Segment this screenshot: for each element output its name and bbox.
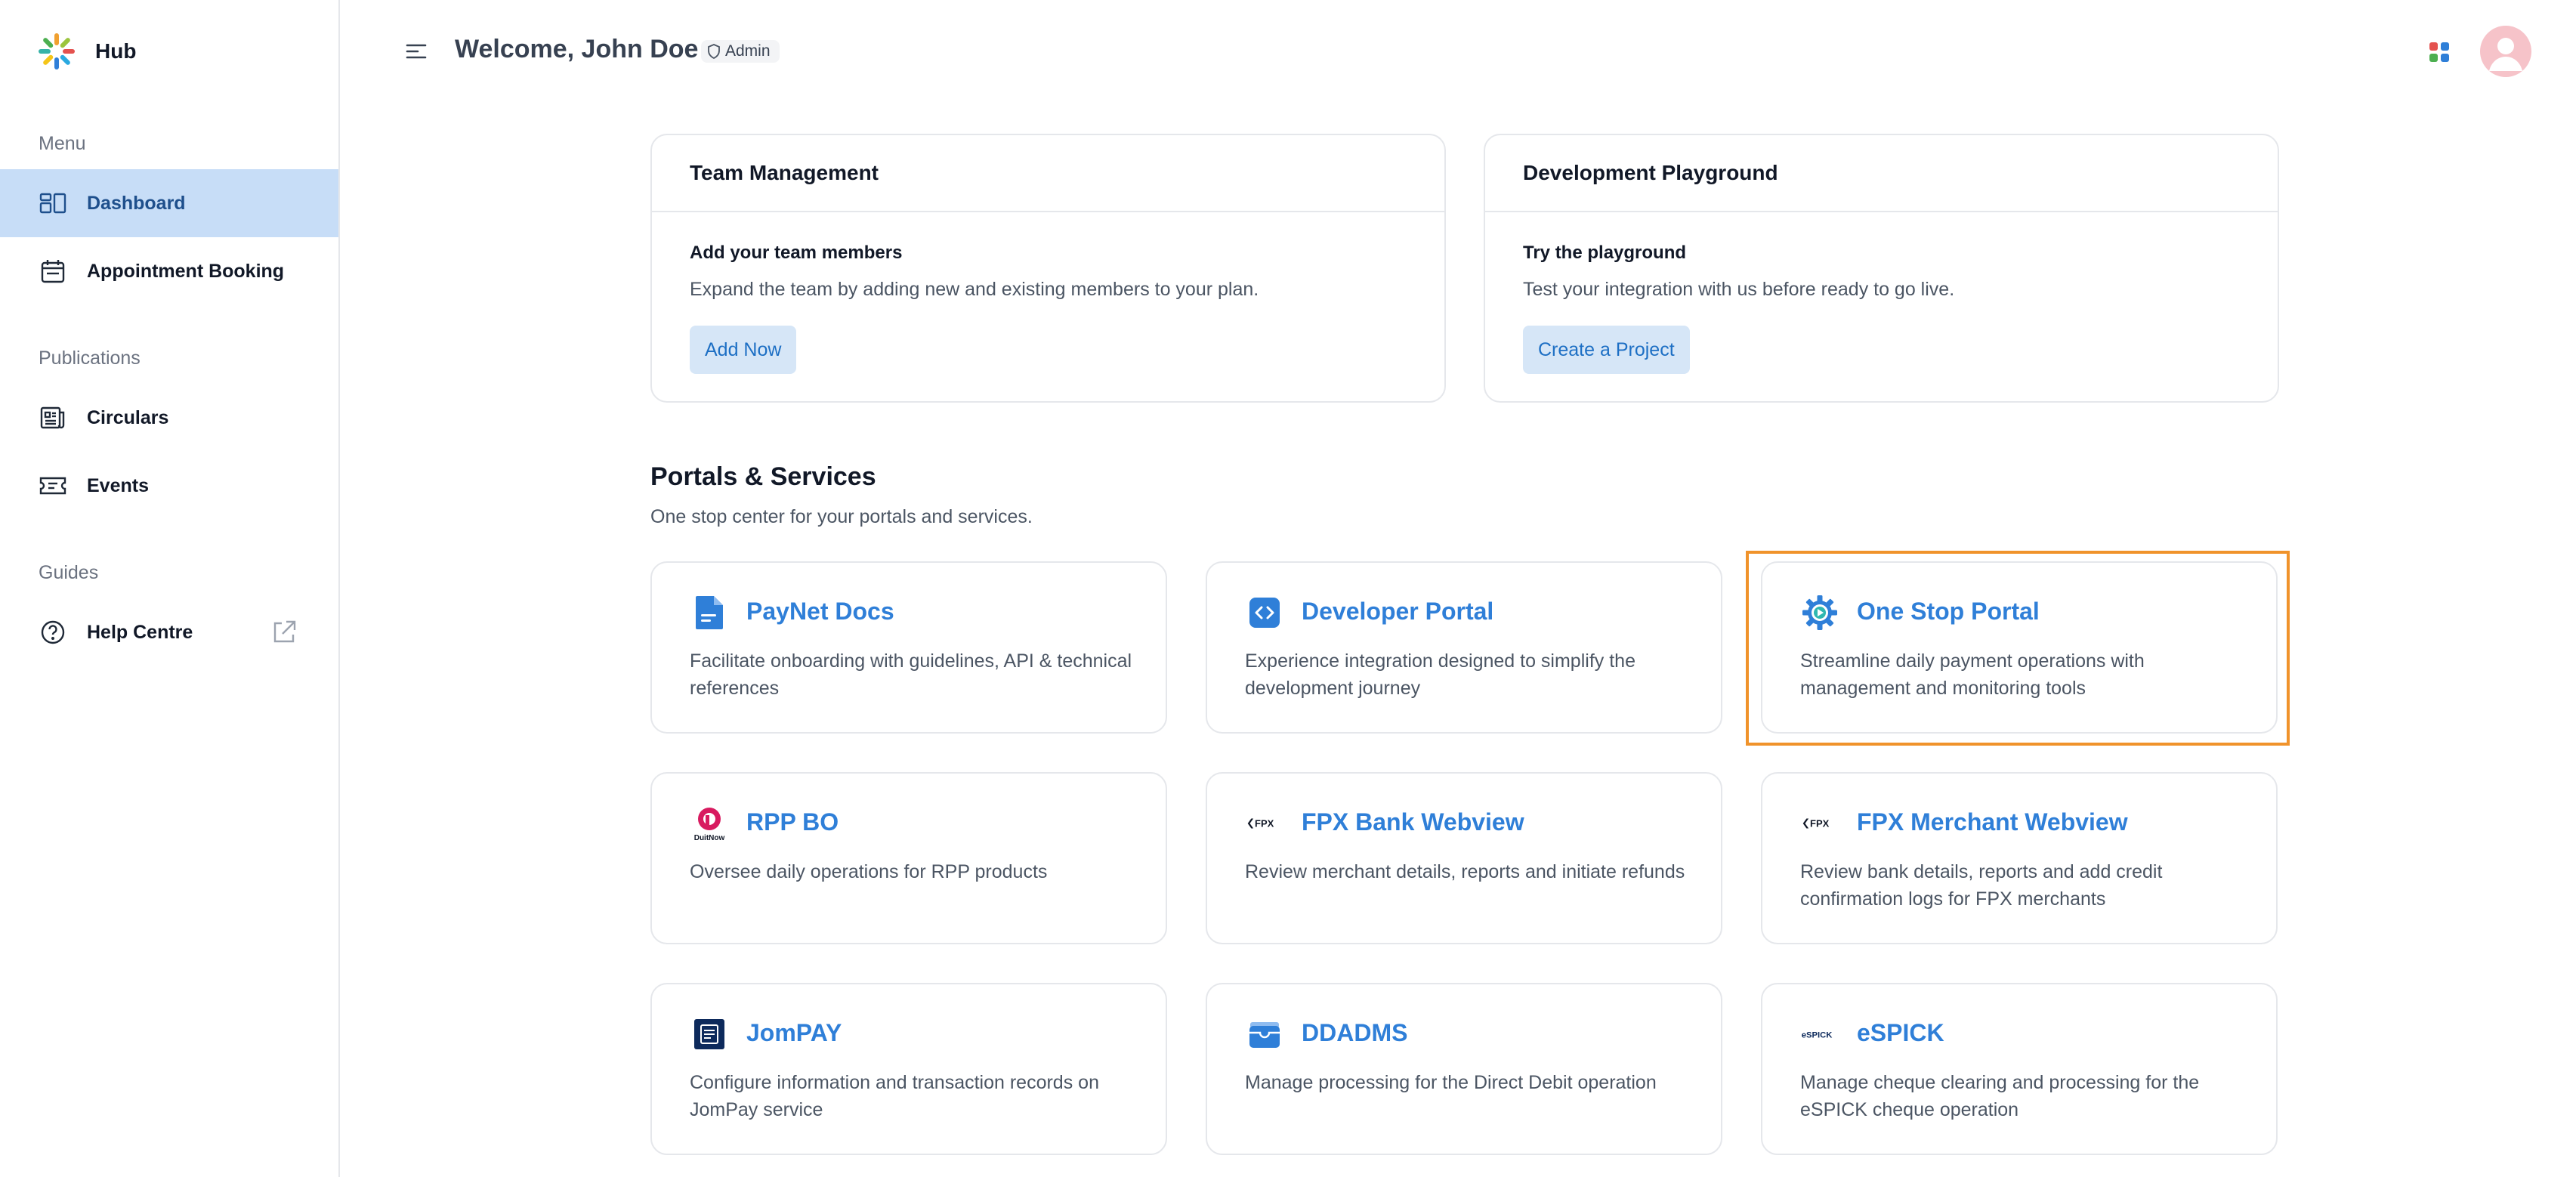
sidebar-section-publications: Publications [39, 348, 141, 369]
portals-section-title: Portals & Services [650, 462, 876, 491]
espick-label: eSPICK [1802, 1030, 1833, 1040]
selection-highlight [1746, 551, 2290, 746]
service-title: DDADMS [1302, 1019, 1408, 1046]
service-title: PayNet Docs [746, 598, 894, 625]
card-title: Development Playground [1523, 161, 1778, 184]
duitnow-label: DuitNow [694, 834, 725, 842]
brand-name: Hub [95, 39, 137, 63]
sidebar-item-label: Appointment Booking [87, 260, 285, 282]
avatar[interactable] [2480, 26, 2531, 77]
shield-icon [708, 44, 720, 59]
sidebar-item-label: Help Centre [87, 621, 193, 643]
document-icon [690, 593, 729, 632]
service-description: Review bank details, reports and add cre… [1800, 861, 2163, 910]
portals-section-subtitle: One stop center for your portals and ser… [650, 506, 1033, 527]
sidebar: Hub Menu Dashboard Appointment Booking P… [0, 0, 340, 1177]
service-card-espick[interactable]: eSPICK eSPICK Manage cheque clearing and… [1761, 983, 2278, 1155]
sidebar-item-label: Dashboard [87, 192, 186, 214]
wallet-icon [1245, 1015, 1284, 1054]
sidebar-section-guides: Guides [39, 562, 99, 583]
espick-icon: eSPICK [1800, 1015, 1839, 1054]
jompay-icon [690, 1015, 729, 1054]
ticket-icon [38, 471, 68, 501]
role-badge: Admin [701, 40, 780, 63]
service-card-rpp-bo[interactable]: DuitNow RPP BO Oversee daily operations … [650, 772, 1167, 944]
divider [1485, 211, 2278, 212]
service-description: Configure information and transaction re… [690, 1072, 1099, 1120]
duitnow-icon: DuitNow [690, 804, 729, 843]
card-description: Expand the team by adding new and existi… [690, 279, 1259, 300]
service-description: Manage cheque clearing and processing fo… [1800, 1072, 2200, 1120]
service-card-developer-portal[interactable]: Developer Portal Experience integration … [1206, 561, 1722, 734]
service-card-fpx-bank-webview[interactable]: FPX FPX Bank Webview Review merchant det… [1206, 772, 1722, 944]
sidebar-item-dashboard[interactable]: Dashboard [0, 169, 338, 237]
service-title: FPX Merchant Webview [1857, 808, 2128, 836]
card-heading: Add your team members [690, 243, 903, 263]
card-description: Test your integration with us before rea… [1523, 279, 1955, 300]
service-card-paynet-docs[interactable]: PayNet Docs Facilitate onboarding with g… [650, 561, 1167, 734]
dashboard-icon [38, 188, 68, 218]
role-label: Admin [725, 42, 771, 60]
service-description: Review merchant details, reports and ini… [1245, 861, 1685, 882]
user-avatar-icon [2489, 38, 2522, 71]
apps-grid-icon[interactable] [2428, 41, 2451, 63]
add-now-button[interactable]: Add Now [690, 326, 797, 374]
fpx-icon: FPX [1245, 804, 1284, 843]
hub-logo-icon [39, 33, 75, 70]
service-description: Oversee daily operations for RPP product… [690, 861, 1048, 882]
sidebar-item-help-centre[interactable]: Help Centre [0, 598, 338, 666]
create-project-button[interactable]: Create a Project [1523, 326, 1690, 374]
service-description: Experience integration designed to simpl… [1245, 650, 1635, 699]
help-circle-icon [38, 617, 68, 647]
menu-toggle-icon[interactable] [404, 41, 428, 62]
external-link-icon[interactable] [270, 619, 298, 646]
fpx-label: FPX [1810, 818, 1830, 829]
card-title: Team Management [690, 161, 879, 184]
sidebar-section-menu: Menu [39, 133, 86, 154]
sidebar-item-circulars[interactable]: Circulars [0, 384, 338, 452]
fpx-label: FPX [1255, 818, 1274, 829]
service-title: Developer Portal [1302, 598, 1494, 625]
calendar-icon [38, 256, 68, 286]
welcome-title: Welcome, John Doe [455, 35, 699, 63]
card-heading: Try the playground [1523, 243, 1687, 263]
divider [652, 211, 1444, 212]
newspaper-icon [38, 403, 68, 433]
sidebar-item-label: Events [87, 474, 149, 496]
fpx-icon: FPX [1800, 804, 1839, 843]
team-management-card: Team Management Add your team members Ex… [650, 134, 1446, 403]
sidebar-item-appointment-booking[interactable]: Appointment Booking [0, 237, 338, 305]
development-playground-card: Development Playground Try the playgroun… [1484, 134, 2279, 403]
service-title: eSPICK [1857, 1019, 1944, 1046]
service-title: RPP BO [746, 808, 839, 836]
service-card-jompay[interactable]: JomPAY Configure information and transac… [650, 983, 1167, 1155]
service-description: Manage processing for the Direct Debit o… [1245, 1072, 1657, 1093]
sidebar-item-events[interactable]: Events [0, 452, 338, 520]
service-title: JomPAY [746, 1019, 842, 1046]
service-card-fpx-merchant-webview[interactable]: FPX FPX Merchant Webview Review bank det… [1761, 772, 2278, 944]
service-title: FPX Bank Webview [1302, 808, 1524, 836]
brand[interactable]: Hub [38, 32, 136, 71]
sidebar-item-label: Circulars [87, 406, 169, 428]
service-description: Facilitate onboarding with guidelines, A… [690, 650, 1132, 699]
code-icon [1245, 593, 1284, 632]
service-card-ddadms[interactable]: DDADMS Manage processing for the Direct … [1206, 983, 1722, 1155]
